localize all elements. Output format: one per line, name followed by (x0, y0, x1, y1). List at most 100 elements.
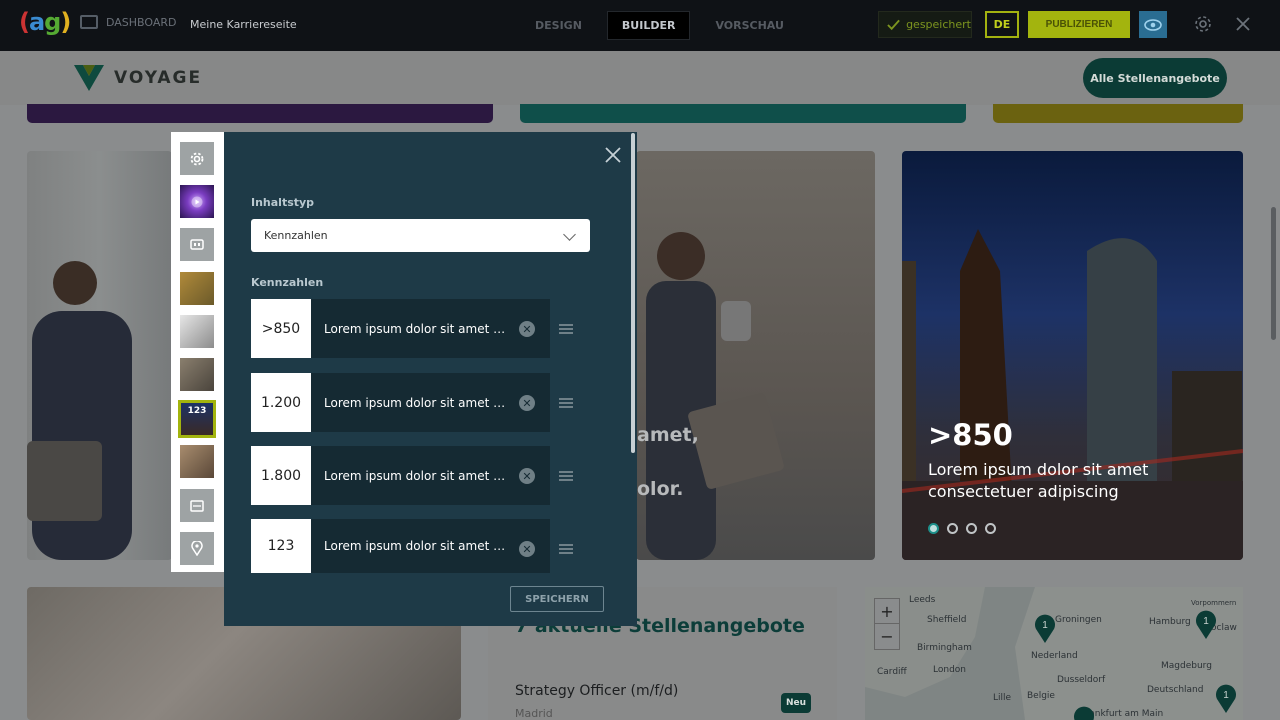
app-logo[interactable]: (ag) (19, 8, 71, 36)
map-pin-2-label: 1 (1203, 616, 1209, 627)
figure-value[interactable]: 123 (251, 519, 311, 573)
module-figures-selected[interactable]: 123 (178, 400, 216, 438)
module-image-3[interactable] (180, 358, 214, 391)
map-city-lille: Lille (993, 693, 1012, 703)
page-scrollbar[interactable] (1271, 207, 1276, 340)
gear-icon (1195, 16, 1211, 32)
voyage-logo-icon (74, 65, 104, 91)
figure-text[interactable]: Lorem ipsum dolor sit amet co... (311, 396, 511, 410)
tab-preview[interactable]: VORSCHAU (700, 11, 798, 40)
figure-value[interactable]: 1.200 (251, 373, 311, 432)
map-pin-3[interactable]: 1 (1214, 683, 1238, 713)
text-block-icon (190, 499, 204, 512)
remove-figure-icon[interactable]: ✕ (519, 395, 535, 411)
slider-dot-4[interactable] (985, 523, 996, 534)
content-type-select[interactable]: Kennzahlen (251, 219, 590, 252)
job-title[interactable]: Strategy Officer (m/f/d) (515, 683, 678, 699)
drag-handle-icon[interactable] (559, 398, 573, 408)
dashboard-link[interactable]: DASHBOARD (80, 15, 177, 29)
map-city-birmingham: Birmingham (917, 643, 972, 653)
module-sidebar: 123 (171, 132, 224, 572)
map-city-hamburg: Hamburg (1149, 617, 1191, 627)
mode-tabs: DESIGN BUILDER VORSCHAU (520, 11, 799, 40)
slider-pagination (928, 523, 996, 534)
play-icon (191, 196, 203, 207)
remove-figure-icon[interactable]: ✕ (519, 541, 535, 557)
settings-button[interactable] (1192, 13, 1214, 35)
slider-caption-1: Lorem ipsum dolor sit amet (928, 460, 1149, 479)
modal-close-icon[interactable] (604, 146, 622, 164)
eye-icon (1144, 18, 1162, 31)
jobs-map[interactable]: Leeds Sheffield Birmingham London Cardif… (865, 587, 1243, 720)
module-image-2[interactable] (180, 315, 214, 348)
preview-eye-button[interactable] (1139, 11, 1167, 38)
all-jobs-button[interactable]: Alle Stellenangebote (1083, 58, 1227, 98)
save-button[interactable]: SPEICHERN (510, 586, 604, 612)
figures-badge: 123 (187, 406, 207, 416)
map-city-leeds: Leeds (909, 595, 936, 605)
slider-dot-3[interactable] (966, 523, 977, 534)
figure-value[interactable]: 1.800 (251, 446, 311, 505)
zoom-out-button[interactable]: − (875, 624, 899, 649)
module-video[interactable] (180, 185, 214, 218)
figure-row[interactable]: >850 Lorem ipsum dolor sit amet co... ✕ (251, 299, 550, 358)
top-card-teal (520, 104, 966, 123)
content-type-value: Kennzahlen (264, 229, 328, 242)
drag-handle-icon[interactable] (559, 324, 573, 334)
saved-status-label: gespeichert (906, 18, 971, 31)
map-pin-1[interactable]: 1 (1033, 613, 1057, 643)
modal-scrollbar[interactable] (631, 133, 635, 453)
map-pin-1-label: 1 (1042, 620, 1048, 631)
top-card-purple (27, 104, 493, 123)
tab-builder[interactable]: BUILDER (606, 11, 691, 40)
drag-handle-icon[interactable] (559, 471, 573, 481)
map-city-sheffield: Sheffield (927, 615, 967, 625)
map-city-groningen: Groningen (1055, 615, 1102, 625)
quote-icon (190, 238, 204, 250)
map-zoom-control: + − (874, 598, 900, 650)
tab-design[interactable]: DESIGN (520, 11, 597, 40)
saved-status: gespeichert (878, 11, 972, 38)
slider-dot-2[interactable] (947, 523, 958, 534)
remove-figure-icon[interactable]: ✕ (519, 321, 535, 337)
module-text[interactable] (180, 489, 214, 522)
remove-figure-icon[interactable]: ✕ (519, 468, 535, 484)
close-editor-icon[interactable] (1233, 14, 1253, 34)
site-brand: VOYAGE (114, 68, 203, 88)
publish-button[interactable]: PUBLIZIEREN (1028, 11, 1130, 38)
site-logo[interactable]: VOYAGE (74, 65, 202, 91)
job-location: Madrid (515, 707, 553, 720)
module-image-4[interactable] (180, 445, 214, 478)
figure-row[interactable]: 1.800 Lorem ipsum dolor sit amet co... ✕ (251, 446, 550, 505)
check-icon (887, 19, 900, 30)
dashboard-label: DASHBOARD (106, 15, 177, 29)
map-pin-2[interactable]: 1 (1194, 609, 1218, 639)
map-city-london: London (933, 665, 966, 675)
language-selector[interactable]: DE (985, 11, 1019, 38)
gear-icon (190, 152, 204, 165)
module-image-1[interactable] (180, 272, 214, 305)
bg-text-2: olor. (637, 478, 684, 500)
location-pin-icon (191, 541, 203, 556)
top-card-yellow (993, 104, 1243, 123)
figure-text[interactable]: Lorem ipsum dolor sit amet co... (311, 322, 511, 336)
map-pin-4[interactable] (1072, 705, 1096, 720)
map-city-deutschland: Deutschland (1147, 685, 1204, 695)
zoom-in-button[interactable]: + (875, 599, 899, 624)
slider-dot-1[interactable] (928, 523, 939, 534)
figure-row[interactable]: 1.200 Lorem ipsum dolor sit amet co... ✕ (251, 373, 550, 432)
module-settings[interactable] (180, 142, 214, 175)
chevron-down-icon (563, 228, 576, 241)
map-city-vorpommern: Vorpommern (1191, 599, 1237, 607)
figure-text[interactable]: Lorem ipsum dolor sit amet co... (311, 469, 511, 483)
figures-label: Kennzahlen (251, 276, 324, 289)
figure-text[interactable]: Lorem ipsum dolor sit amet co... (311, 539, 511, 553)
figure-row[interactable]: 123 Lorem ipsum dolor sit amet co... ✕ (251, 519, 550, 573)
map-city-nederland: Nederland (1031, 651, 1078, 661)
module-quote[interactable] (180, 228, 214, 261)
drag-handle-icon[interactable] (559, 544, 573, 554)
module-map[interactable] (180, 532, 214, 565)
map-city-magdeburg: Magdeburg (1161, 661, 1212, 671)
figure-value[interactable]: >850 (251, 299, 311, 358)
map-city-dusseldorf: Dusseldorf (1057, 675, 1106, 685)
